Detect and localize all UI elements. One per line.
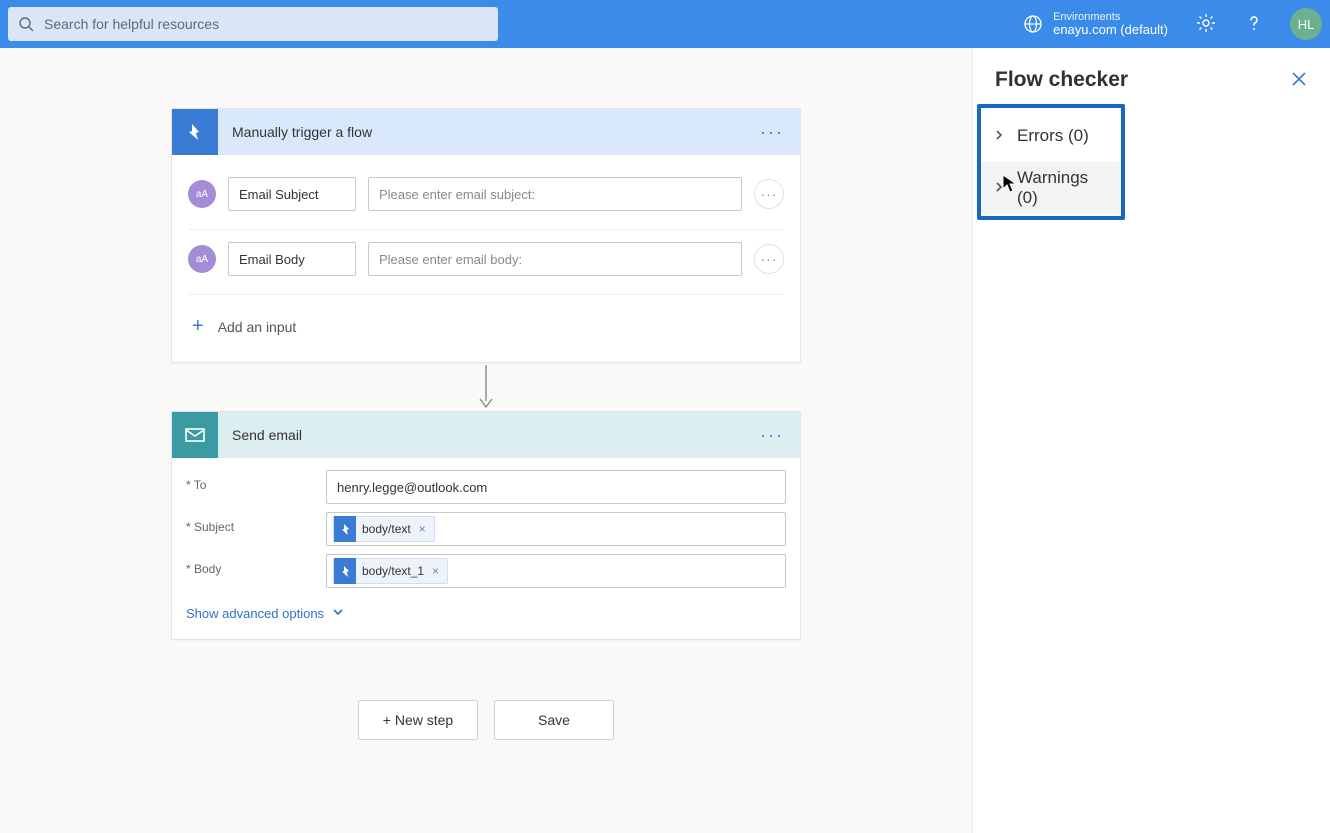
globe-icon [1023, 14, 1043, 34]
gear-icon [1196, 13, 1216, 36]
chevron-down-icon [332, 606, 344, 621]
trigger-title: Manually trigger a flow [232, 124, 744, 140]
param-label[interactable]: Email Subject [228, 177, 356, 211]
errors-label: Errors (0) [1017, 126, 1089, 146]
trigger-menu[interactable]: ··· [758, 118, 786, 147]
send-email-header[interactable]: Send email ··· [172, 412, 800, 458]
panel-title: Flow checker [995, 68, 1128, 92]
subject-label: * Subject [186, 512, 326, 534]
send-email-title: Send email [232, 427, 744, 443]
environment-label: Environments enayu.com (default) [1053, 11, 1168, 37]
param-placeholder-input[interactable] [368, 242, 742, 276]
send-email-card: Send email ··· * To henry.legge@outlook.… [171, 411, 801, 640]
token-label: body/text [362, 522, 411, 536]
chevron-right-icon [993, 126, 1005, 146]
top-bar: Environments enayu.com (default) HL [0, 0, 1330, 48]
trigger-card: Manually trigger a flow ··· aA Email Sub… [171, 108, 801, 363]
search-input[interactable] [44, 16, 488, 32]
trigger-header[interactable]: Manually trigger a flow ··· [172, 109, 800, 155]
param-placeholder-input[interactable] [368, 177, 742, 211]
token-icon [334, 558, 356, 584]
show-advanced-options[interactable]: Show advanced options [172, 594, 800, 639]
to-label: * To [186, 470, 326, 492]
text-type-icon: aA [188, 180, 216, 208]
errors-row[interactable]: Errors (0) [981, 110, 1121, 162]
trigger-icon [172, 109, 218, 155]
token-remove[interactable]: × [417, 522, 428, 536]
warnings-label: Warnings (0) [1017, 168, 1109, 208]
save-button[interactable]: Save [494, 700, 614, 740]
to-value: henry.legge@outlook.com [337, 480, 487, 495]
environment-picker[interactable]: Environments enayu.com (default) [1023, 11, 1168, 37]
token-label: body/text_1 [362, 564, 424, 578]
dynamic-token[interactable]: body/text × [333, 516, 435, 542]
advanced-label: Show advanced options [186, 606, 324, 621]
avatar[interactable]: HL [1290, 8, 1322, 40]
send-email-menu[interactable]: ··· [758, 421, 786, 450]
add-input-button[interactable]: + Add an input [188, 299, 784, 352]
search-icon [18, 16, 34, 32]
token-icon [334, 516, 356, 542]
checker-highlight: Errors (0) Warnings (0) [977, 104, 1125, 220]
row-menu-button[interactable]: ··· [754, 179, 784, 209]
token-remove[interactable]: × [430, 564, 441, 578]
search-box[interactable] [8, 7, 498, 41]
settings-button[interactable] [1188, 6, 1224, 42]
row-menu-button[interactable]: ··· [754, 244, 784, 274]
text-type-icon: aA [188, 245, 216, 273]
help-button[interactable] [1236, 6, 1272, 42]
plus-icon: + [192, 315, 204, 338]
body-label: * Body [186, 554, 326, 576]
mail-icon [172, 412, 218, 458]
subject-field[interactable]: body/text × [326, 512, 786, 546]
warnings-row[interactable]: Warnings (0) [981, 162, 1121, 214]
flow-checker-panel: Flow checker Errors (0) Warnings (0) [972, 48, 1330, 833]
new-step-button[interactable]: + New step [358, 700, 478, 740]
flow-canvas: Manually trigger a flow ··· aA Email Sub… [0, 48, 972, 833]
to-field[interactable]: henry.legge@outlook.com [326, 470, 786, 504]
add-input-label: Add an input [218, 319, 297, 335]
body-field[interactable]: body/text_1 × [326, 554, 786, 588]
help-icon [1244, 13, 1264, 36]
dynamic-token[interactable]: body/text_1 × [333, 558, 448, 584]
trigger-input-row: aA Email Body ··· [188, 234, 784, 295]
close-panel-button[interactable] [1290, 70, 1308, 91]
connector-arrow [171, 363, 801, 411]
param-label[interactable]: Email Body [228, 242, 356, 276]
trigger-input-row: aA Email Subject ··· [188, 169, 784, 230]
chevron-right-icon [993, 178, 1005, 198]
